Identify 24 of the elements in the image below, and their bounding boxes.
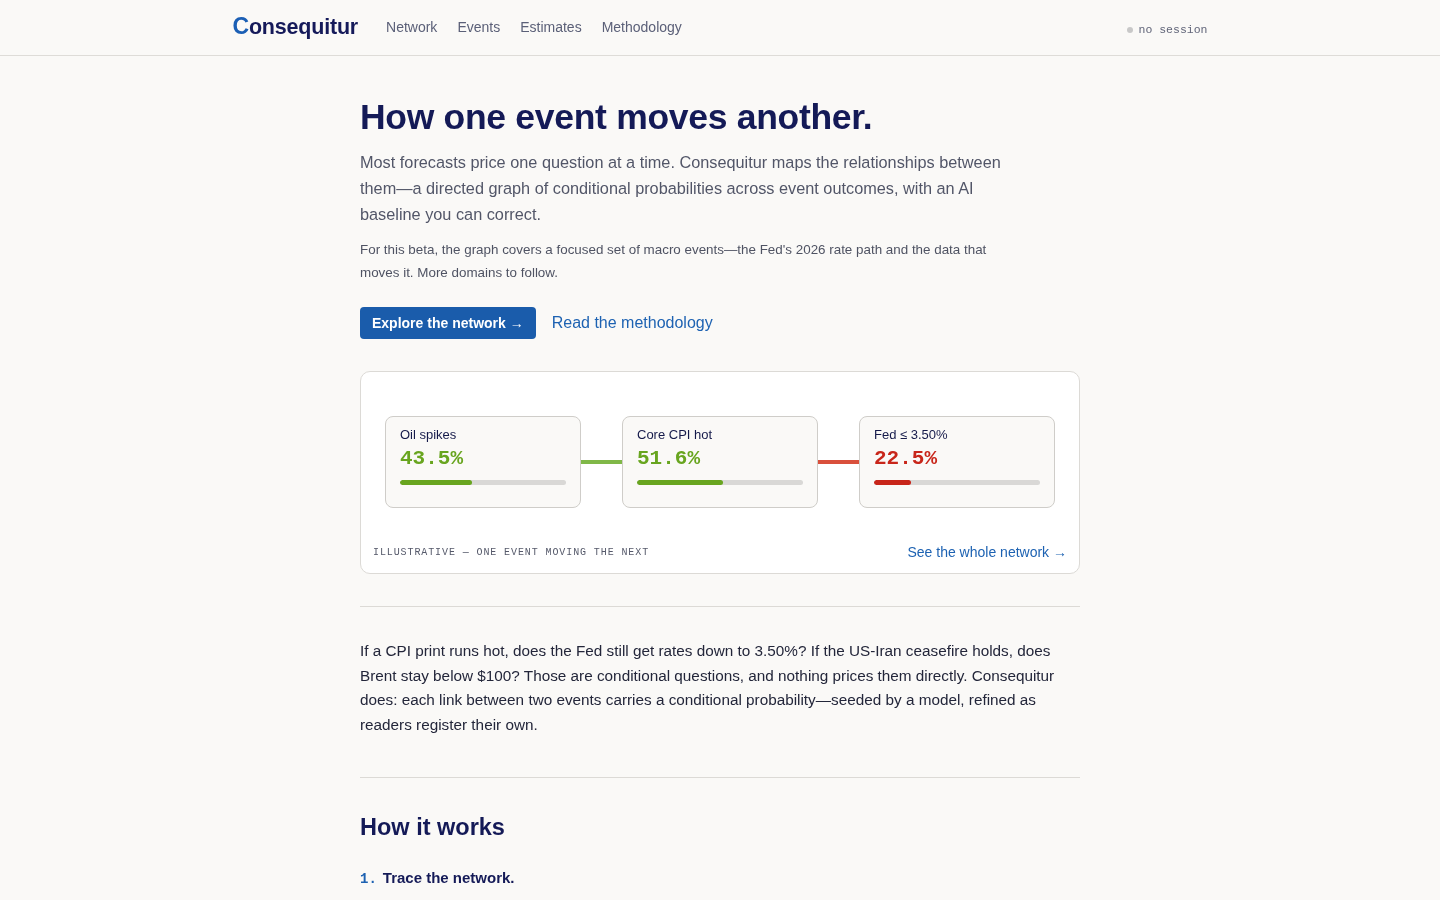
lede-paragraph: Most forecasts price one question at a time. Consequitur maps the relationships between them—a directed graph of conditional probabilities across event outcomes, with an AI baseline you can correct. (360, 152, 1002, 225)
session-status: no session (1138, 23, 1208, 36)
methodology-link[interactable]: Read the methodology (551, 314, 713, 332)
nav-link[interactable]: Estimates (520, 18, 582, 37)
logo-wordmark[interactable]: Consequitur (232, 13, 358, 42)
intro-paragraph: If a CPI print runs hot, does the Fed still get rates down to 3.50%? If the US-Iran ceasefire holds, does Brent stay below $100? Those are conditional questions, and nothing prices them directly. Consequitur does: each link between two events carries a conditional probability—seeded by a model, refined as readers register their own. (360, 641, 1056, 735)
section-heading: How it works (360, 813, 506, 842)
event-label: Fed ≤ 3.50% (874, 427, 948, 443)
event-label: Core CPI hot (637, 427, 713, 443)
nav-link[interactable]: Network (386, 18, 438, 37)
page-title: How one event moves another. (360, 96, 874, 138)
explore-network-button[interactable]: Explore the network → (360, 307, 536, 339)
step-number: 1. (360, 871, 377, 887)
probability-value: 51.6% (637, 447, 700, 471)
illustration-caption: ILLUSTRATIVE — ONE EVENT MOVING THE NEXT (373, 546, 650, 558)
whole-network-link[interactable]: See the whole network → (907, 544, 1067, 560)
nav-link[interactable]: Methodology (601, 18, 682, 37)
probability-value: 43.5% (400, 447, 463, 471)
probability-value: 22.5% (874, 447, 937, 471)
beta-note: For this beta, the graph covers a focused set of macro events—the Fed's 2026 rate path and the data that moves it. More domains to follow. (360, 241, 988, 282)
step-title: Trace the network. (382, 869, 515, 886)
status-dot-icon (1127, 26, 1134, 33)
event-label: Oil spikes (400, 427, 457, 443)
nav-link[interactable]: Events (457, 18, 501, 37)
